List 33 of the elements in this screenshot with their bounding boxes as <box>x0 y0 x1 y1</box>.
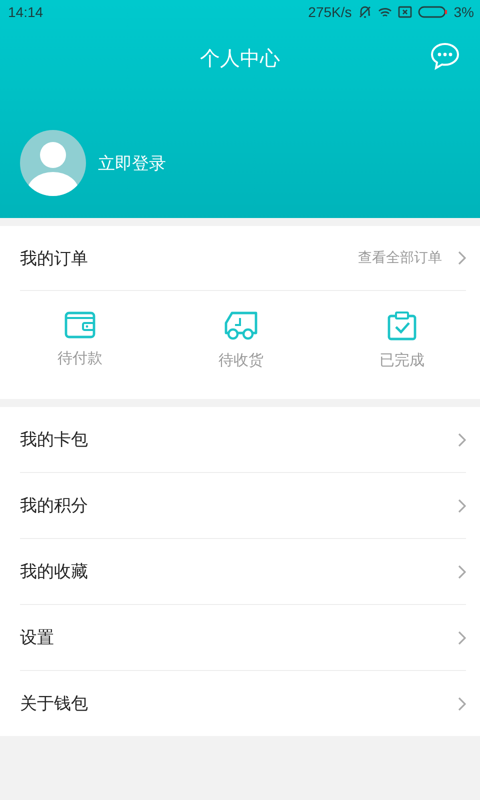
chevron-icon <box>458 432 466 446</box>
wallet-icon <box>64 311 96 339</box>
wifi-icon <box>378 6 392 18</box>
battery-icon <box>418 6 448 18</box>
clipboard-check-icon <box>387 311 417 341</box>
battery-percent: 3% <box>454 4 474 20</box>
menu-item[interactable]: 我的收藏 <box>20 539 466 605</box>
chevron-icon <box>458 498 466 512</box>
order-status-label: 已完成 <box>380 351 424 370</box>
bell-muted-icon <box>358 5 372 19</box>
menu-item-label: 我的积分 <box>20 495 89 517</box>
menu-item[interactable]: 我的卡包 <box>20 407 466 473</box>
orders-title: 我的订单 <box>20 248 89 270</box>
menu-item[interactable]: 关于钱包 <box>20 671 466 736</box>
network-speed: 275K/s <box>308 4 352 20</box>
menu-item-label: 设置 <box>20 627 55 649</box>
chevron-icon <box>458 564 466 578</box>
status-time: 14:14 <box>8 4 44 20</box>
menu-item-label: 我的收藏 <box>20 561 89 583</box>
sim-icon <box>398 6 412 18</box>
order-status-label: 待收货 <box>218 351 264 370</box>
menu-item[interactable]: 我的积分 <box>20 473 466 539</box>
order-status-label: 待付款 <box>58 349 102 368</box>
menu-item-label: 我的卡包 <box>20 429 89 451</box>
menu-item-label: 关于钱包 <box>20 693 89 715</box>
menu-item[interactable]: 设置 <box>20 605 466 671</box>
message-icon[interactable] <box>430 42 460 70</box>
page-title: 个人中心 <box>200 44 280 72</box>
chevron-icon <box>458 696 466 710</box>
chevron-icon <box>458 630 466 644</box>
chevron-icon <box>458 251 466 265</box>
truck-icon <box>224 311 258 341</box>
my-orders-row[interactable]: 我的订单 查看全部订单 <box>20 226 466 291</box>
